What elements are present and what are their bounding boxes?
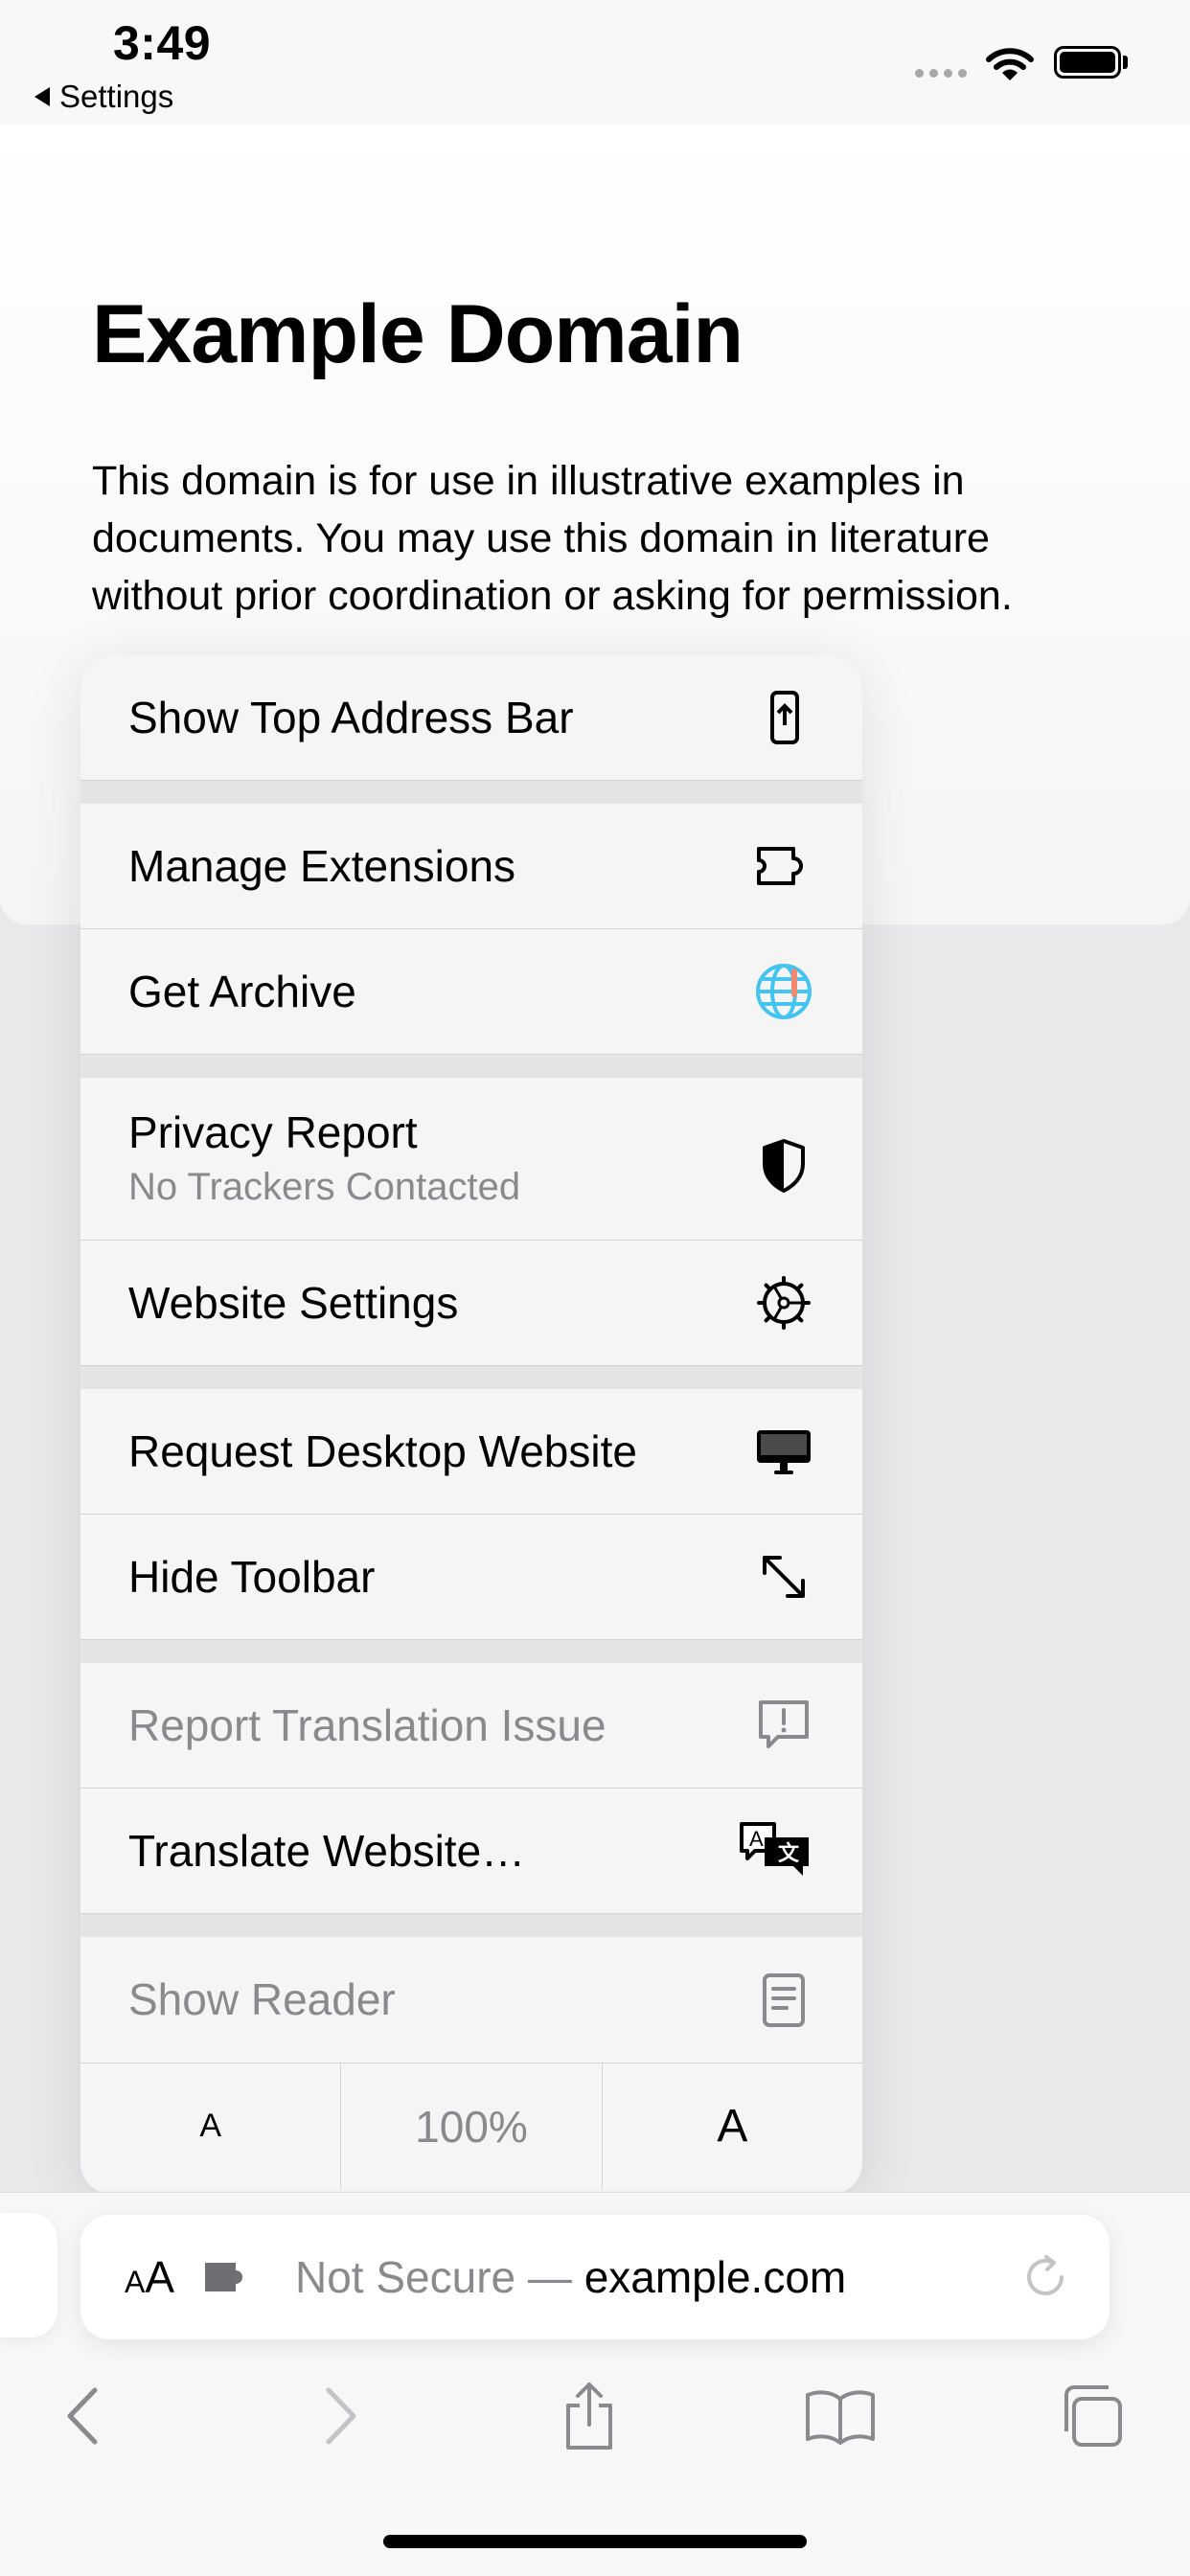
menu-item-report-translation-issue[interactable]: Report Translation Issue [80, 1663, 862, 1789]
cellular-signal-icon [915, 69, 967, 78]
zoom-level[interactable]: 100% [341, 2063, 603, 2189]
translate-icon: A 文 [740, 1820, 814, 1881]
page-heading: Example Domain [92, 288, 744, 380]
decrease-font-label: A [199, 2108, 221, 2144]
globe-icon [753, 961, 814, 1022]
back-arrow-icon [34, 87, 50, 106]
menu-item-label: Report Translation Issue [128, 1700, 606, 1750]
expand-arrows-icon [753, 1546, 814, 1607]
menu-separator [80, 1914, 862, 1937]
exclamation-bubble-icon [753, 1695, 814, 1756]
back-button[interactable] [40, 2378, 126, 2454]
page-paragraph: This domain is for use in illustrative e… [92, 458, 1013, 619]
menu-separator [80, 1366, 862, 1389]
aa-large: A [145, 2252, 175, 2302]
menu-item-translate-website[interactable]: Translate Website… A 文 [80, 1789, 862, 1914]
chevron-left-icon [67, 2387, 98, 2445]
forward-button[interactable] [297, 2378, 383, 2454]
gear-icon [753, 1272, 814, 1334]
menu-separator [80, 1640, 862, 1663]
menu-item-label: Translate Website… [128, 1826, 526, 1876]
url-security-prefix: Not Secure — [295, 2252, 584, 2302]
address-bar[interactable]: AA Not Secure — example.com [80, 2215, 1110, 2339]
menu-item-label: Request Desktop Website [128, 1426, 637, 1476]
back-to-settings-link[interactable]: Settings [34, 79, 173, 115]
menu-item-label: Website Settings [128, 1278, 459, 1328]
menu-item-label: Get Archive [128, 967, 356, 1016]
svg-text:A: A [749, 1827, 764, 1851]
phone-arrow-up-icon [753, 687, 814, 748]
home-indicator[interactable] [383, 2535, 807, 2548]
extension-puzzle-icon[interactable] [203, 2255, 251, 2299]
reader-page-icon [753, 1970, 814, 2031]
status-bar: 3:49 Settings [0, 0, 1190, 125]
menu-item-label: Privacy Report [128, 1107, 418, 1157]
tabs-icon [1064, 2385, 1122, 2447]
menu-item-label: Hide Toolbar [128, 1552, 376, 1602]
increase-font-button[interactable]: A [603, 2063, 862, 2189]
share-icon [566, 2382, 612, 2450]
menu-separator [80, 781, 862, 804]
menu-item-get-archive[interactable]: Get Archive [80, 929, 862, 1055]
menu-item-show-reader[interactable]: Show Reader [80, 1937, 862, 2063]
battery-icon [1054, 46, 1121, 79]
page-menu: Show Top Address Bar Manage Extensions G… [80, 655, 862, 2195]
shield-icon [753, 1135, 814, 1197]
aa-small: A [125, 2265, 146, 2299]
font-size-row: A 100% A [80, 2063, 862, 2189]
zoom-level-label: 100% [415, 2101, 528, 2152]
tabs-button[interactable] [1048, 2378, 1134, 2454]
menu-item-label: Manage Extensions [128, 841, 516, 891]
increase-font-label: A [717, 2101, 748, 2152]
bookmarks-button[interactable] [797, 2378, 883, 2454]
menu-separator [80, 1055, 862, 1078]
url-domain: example.com [584, 2252, 847, 2302]
menu-item-label: Show Reader [128, 1974, 396, 2024]
desktop-computer-icon [753, 1421, 814, 1482]
previous-tab-preview[interactable] [0, 2213, 57, 2337]
menu-item-request-desktop-website[interactable]: Request Desktop Website [80, 1389, 862, 1515]
menu-item-sublabel: No Trackers Contacted [128, 1166, 521, 1208]
page-menu-button[interactable]: AA [125, 2251, 174, 2303]
menu-item-show-top-address-bar[interactable]: Show Top Address Bar [80, 655, 862, 781]
status-time: 3:49 [113, 16, 212, 70]
menu-item-privacy-report[interactable]: Privacy Report No Trackers Contacted [80, 1078, 862, 1241]
back-label: Settings [59, 79, 174, 114]
wifi-icon [985, 46, 1035, 82]
menu-item-manage-extensions[interactable]: Manage Extensions [80, 804, 862, 929]
menu-item-hide-toolbar[interactable]: Hide Toolbar [80, 1515, 862, 1640]
menu-item-website-settings[interactable]: Website Settings [80, 1241, 862, 1366]
decrease-font-button[interactable]: A [80, 2063, 342, 2189]
reload-icon[interactable] [1019, 2251, 1071, 2303]
chevron-right-icon [326, 2387, 356, 2445]
share-button[interactable] [546, 2378, 632, 2454]
url-display[interactable]: Not Secure — example.com [295, 2251, 846, 2303]
book-icon [806, 2390, 875, 2445]
extension-puzzle-icon [753, 835, 814, 897]
battery-cap [1123, 56, 1128, 69]
svg-text:文: 文 [778, 1841, 800, 1865]
menu-item-label: Show Top Address Bar [128, 693, 574, 742]
